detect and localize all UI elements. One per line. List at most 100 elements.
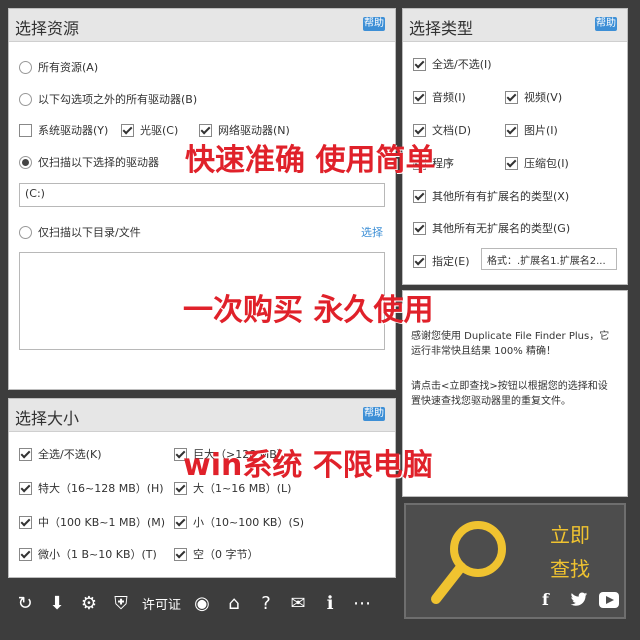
only-dirs-option[interactable]: 仅扫描以下目录/文件 — [19, 224, 141, 240]
size-empty-checkbox[interactable] — [174, 547, 187, 561]
all-resources-label: 所有资源(A) — [38, 61, 99, 74]
size-small-checkbox[interactable] — [174, 515, 187, 529]
size-select-all-label: 全选/不选(K) — [38, 448, 102, 461]
settings-gear-icon[interactable]: ⚙ — [78, 593, 100, 614]
find-now-button[interactable]: 立即 查找 f — [404, 503, 626, 619]
size-title: 选择大小 — [15, 409, 80, 428]
system-drive-option[interactable]: 系统驱动器(Y) — [19, 122, 108, 138]
size-empty-label: 空（0 字节） — [193, 548, 259, 561]
types-help-button[interactable]: 帮助 — [595, 17, 617, 31]
image-label: 图片(I) — [524, 124, 558, 137]
size-empty-option[interactable]: 空（0 字节） — [174, 546, 259, 562]
audio-option[interactable]: 音频(I) — [413, 89, 466, 105]
home-icon[interactable]: ⌂ — [223, 593, 245, 614]
all-except-radio[interactable] — [19, 92, 32, 106]
size-medium-label: 中（100 KB~1 MB）(M) — [38, 516, 166, 529]
optical-drive-option[interactable]: 光驱(C) — [121, 122, 178, 138]
system-drive-label: 系统驱动器(Y) — [38, 124, 109, 137]
types-panel: 选择类型 帮助 全选/不选(I) 音频(I) 视频(V) 文档(D) 图片(I)… — [402, 8, 628, 285]
size-very-large-option[interactable]: 特大（16~128 MB）(H) — [19, 480, 164, 496]
size-very-large-checkbox[interactable] — [19, 481, 32, 495]
select-dirs-link[interactable]: 选择 — [361, 224, 383, 240]
specify-option[interactable]: 指定(E) — [413, 253, 470, 269]
find-now-label-1: 立即 — [550, 523, 590, 547]
only-selected-label: 仅扫描以下选择的驱动器 — [38, 156, 159, 169]
only-dirs-label: 仅扫描以下目录/文件 — [38, 226, 141, 239]
promo-text-3: win系统 不限电脑 — [183, 448, 433, 483]
size-tiny-option[interactable]: 微小（1 B~10 KB）(T) — [19, 546, 157, 562]
size-select-all-option[interactable]: 全选/不选(K) — [19, 446, 102, 462]
other-ext-checkbox[interactable] — [413, 189, 426, 203]
audio-label: 音频(I) — [432, 91, 466, 104]
audio-checkbox[interactable] — [413, 90, 426, 104]
system-drive-checkbox[interactable] — [19, 123, 32, 137]
resources-panel: 选择资源 帮助 所有资源(A) 以下勾选项之外的所有驱动器(B) 系统驱动器(Y… — [8, 8, 396, 390]
size-panel: 选择大小 帮助 全选/不选(K) 巨大（>128 MB） 特大（16~128 M… — [8, 398, 396, 578]
no-ext-option[interactable]: 其他所有无扩展名的类型(G) — [413, 220, 570, 236]
size-header: 选择大小 帮助 — [9, 399, 395, 432]
other-ext-option[interactable]: 其他所有有扩展名的类型(X) — [413, 188, 569, 204]
size-tiny-checkbox[interactable] — [19, 547, 32, 561]
other-ext-label: 其他所有有扩展名的类型(X) — [432, 190, 570, 203]
info-panel: 感谢您使用 Duplicate File Finder Plus，它运行非常快且… — [402, 290, 628, 497]
specify-checkbox[interactable] — [413, 254, 426, 268]
globe-icon[interactable]: ◉ — [191, 593, 213, 614]
types-select-all-checkbox[interactable] — [413, 57, 426, 71]
types-header: 选择类型 帮助 — [403, 9, 627, 42]
all-resources-radio[interactable] — [19, 60, 32, 74]
all-except-option[interactable]: 以下勾选项之外的所有驱动器(B) — [19, 91, 197, 107]
image-option[interactable]: 图片(I) — [505, 122, 558, 138]
bottom-toolbar: ↻ ⬇ ⚙ ⛨ 许可证 ◉ ⌂ ? ✉ ℹ ⋯ — [8, 585, 400, 621]
no-ext-label: 其他所有无扩展名的类型(G) — [432, 222, 571, 235]
video-checkbox[interactable] — [505, 90, 518, 104]
types-select-all-option[interactable]: 全选/不选(I) — [413, 56, 492, 72]
document-label: 文档(D) — [432, 124, 472, 137]
info-icon[interactable]: ℹ — [319, 593, 341, 614]
specify-label: 指定(E) — [432, 255, 470, 268]
twitter-icon[interactable] — [570, 592, 588, 608]
resources-title: 选择资源 — [15, 19, 80, 38]
image-checkbox[interactable] — [505, 123, 518, 137]
license-button[interactable]: 许可证 — [142, 594, 181, 613]
only-selected-radio[interactable] — [19, 155, 32, 169]
video-label: 视频(V) — [524, 91, 563, 104]
facebook-icon[interactable]: f — [542, 590, 549, 609]
no-ext-checkbox[interactable] — [413, 221, 426, 235]
size-small-label: 小（10~100 KB）(S) — [193, 516, 305, 529]
all-resources-option[interactable]: 所有资源(A) — [19, 59, 98, 75]
size-select-all-checkbox[interactable] — [19, 447, 32, 461]
size-medium-checkbox[interactable] — [19, 515, 32, 529]
size-medium-option[interactable]: 中（100 KB~1 MB）(M) — [19, 514, 165, 530]
drive-list-field[interactable]: (C:) — [19, 183, 385, 207]
format-field[interactable]: 格式：.扩展名1.扩展名2... — [481, 248, 617, 270]
types-title: 选择类型 — [409, 19, 474, 38]
more-icon[interactable]: ⋯ — [351, 593, 373, 614]
archive-checkbox[interactable] — [505, 156, 518, 170]
only-selected-option[interactable]: 仅扫描以下选择的驱动器 — [19, 154, 159, 170]
promo-text-2: 一次购买 永久使用 — [183, 293, 434, 328]
size-very-large-label: 特大（16~128 MB）(H) — [38, 482, 164, 495]
youtube-icon[interactable] — [598, 589, 620, 611]
resources-help-button[interactable]: 帮助 — [363, 17, 385, 31]
archive-label: 压缩包(I) — [524, 157, 569, 170]
info-text-1: 感谢您使用 Duplicate File Finder Plus，它运行非常快且… — [411, 331, 610, 357]
help-icon[interactable]: ? — [255, 593, 277, 614]
resources-header: 选择资源 帮助 — [9, 9, 395, 42]
optical-drive-label: 光驱(C) — [140, 124, 179, 137]
archive-option[interactable]: 压缩包(I) — [505, 155, 569, 171]
find-now-label-2: 查找 — [550, 557, 590, 581]
all-except-label: 以下勾选项之外的所有驱动器(B) — [38, 93, 198, 106]
size-small-option[interactable]: 小（10~100 KB）(S) — [174, 514, 304, 530]
only-dirs-radio[interactable] — [19, 225, 32, 239]
shield-icon[interactable]: ⛨ — [110, 593, 132, 614]
magnifier-icon — [431, 521, 506, 604]
types-select-all-label: 全选/不选(I) — [432, 58, 492, 71]
video-option[interactable]: 视频(V) — [505, 89, 562, 105]
info-text-2: 请点击<立即查找>按钮以根据您的选择和设置快速查找您驱动器里的重复文件。 — [411, 381, 608, 407]
promo-text-1: 快速准确 使用简单 — [185, 143, 436, 178]
size-help-button[interactable]: 帮助 — [363, 407, 385, 421]
download-icon[interactable]: ⬇ — [46, 593, 68, 614]
optical-drive-checkbox[interactable] — [121, 123, 134, 137]
mail-icon[interactable]: ✉ — [287, 593, 309, 614]
refresh-icon[interactable]: ↻ — [14, 593, 36, 614]
